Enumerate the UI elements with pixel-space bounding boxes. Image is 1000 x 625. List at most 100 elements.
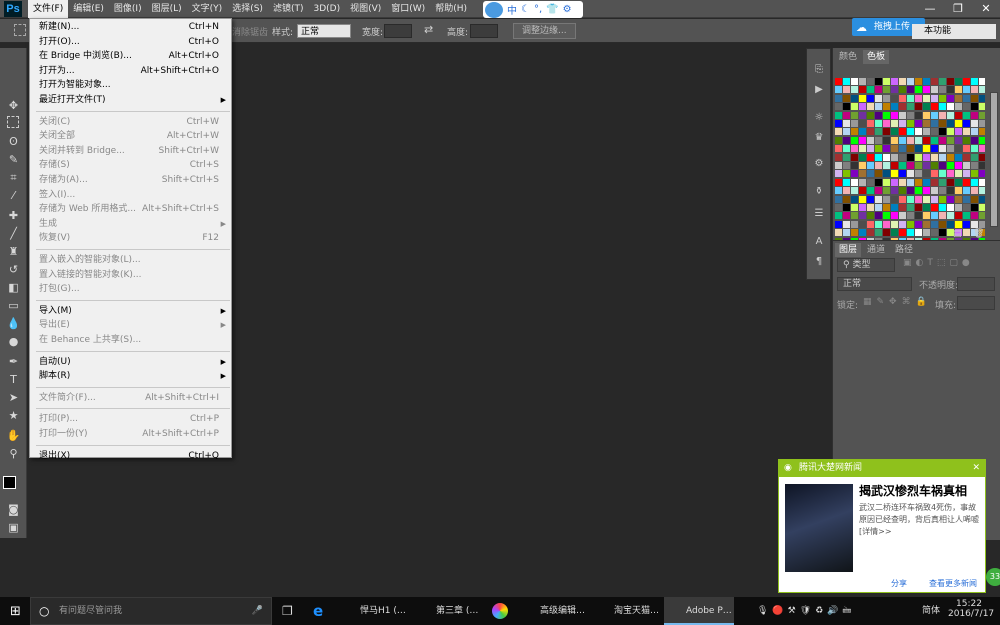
swatch[interactable] [859,220,866,228]
swatch[interactable] [907,170,914,178]
eraser-tool-icon[interactable]: ◧ [4,280,23,296]
quick-mask-icon[interactable]: ◙ [4,502,23,518]
swatch[interactable] [971,220,978,228]
swatch[interactable] [979,187,985,195]
swatch[interactable] [843,128,850,136]
file-menu-item[interactable]: 最近打开文件(T) ▶ [30,93,231,107]
swatch[interactable] [931,162,938,169]
swatch[interactable] [939,187,946,195]
swatch[interactable] [859,78,866,85]
swatch[interactable] [931,212,938,220]
swatch[interactable] [979,111,985,119]
swatch[interactable] [963,220,970,228]
restore-button[interactable]: ❐ [944,0,972,18]
swatch[interactable] [851,145,858,153]
swatch[interactable] [899,195,906,203]
swatch[interactable] [947,111,954,119]
swatch[interactable] [843,120,850,127]
swatch[interactable] [915,178,922,186]
swatch[interactable] [979,153,985,161]
swatch[interactable] [971,162,978,169]
swatch[interactable] [867,145,874,153]
swatch[interactable] [939,220,946,228]
path-select-icon[interactable]: ➤ [4,390,23,406]
swatch[interactable] [859,229,866,237]
swatch[interactable] [883,145,890,153]
swatch[interactable] [923,78,930,85]
swatch[interactable] [947,187,954,195]
taskbar-app-photoshop[interactable]: Adobe P… [664,597,734,625]
character-panel-icon[interactable]: A [812,235,826,249]
swatch[interactable] [851,94,858,102]
swatch[interactable] [931,170,938,178]
foreground-color[interactable] [3,476,16,489]
swatch[interactable] [939,145,946,153]
file-menu-item[interactable]: 打开(O)... Ctrl+O [30,35,231,49]
swatch[interactable] [867,195,874,203]
swatch[interactable] [979,145,985,153]
swatch[interactable] [875,128,882,136]
swatch[interactable] [851,162,858,169]
file-menu-item[interactable]: 打开为... Alt+Shift+Ctrl+O [30,64,231,78]
swatch[interactable] [851,103,858,111]
swatch[interactable] [875,187,882,195]
fill-input[interactable] [957,296,995,310]
swatch[interactable] [859,212,866,220]
swatch[interactable] [979,162,985,169]
tab-layers[interactable]: 图层 [835,243,862,257]
swatch[interactable] [899,111,906,119]
gear-icon[interactable]: ⚙ [563,4,572,15]
swatch[interactable] [875,153,882,161]
swatch[interactable] [851,78,858,85]
swatch[interactable] [923,128,930,136]
swatch[interactable] [923,204,930,211]
swatch[interactable] [979,120,985,127]
swatch[interactable] [923,153,930,161]
swatch[interactable] [947,162,954,169]
swatch[interactable] [891,187,898,195]
swatch[interactable] [843,94,850,102]
swatch[interactable] [971,145,978,153]
swatch[interactable] [979,86,985,94]
swatch[interactable] [899,136,906,144]
swatch[interactable] [963,128,970,136]
swatch[interactable] [875,86,882,94]
swatch[interactable] [875,136,882,144]
swatch[interactable] [963,178,970,186]
swatch[interactable] [971,128,978,136]
swatch[interactable] [875,120,882,127]
swatch[interactable] [931,78,938,85]
lock-icons[interactable]: ▦✎✥⌘🔒 [863,297,932,307]
swatch[interactable] [963,78,970,85]
swatch[interactable] [835,195,842,203]
swatch[interactable] [979,220,985,228]
swatch[interactable] [963,145,970,153]
dodge-tool-icon[interactable]: ● [4,334,23,350]
swatch[interactable] [907,78,914,85]
swatch[interactable] [947,128,954,136]
swatch[interactable] [899,128,906,136]
swatch[interactable] [947,220,954,228]
swatch[interactable] [907,212,914,220]
swatch[interactable] [883,120,890,127]
windows-start-icon[interactable]: ⊞ [10,604,21,619]
share-link[interactable]: 分享 [891,578,907,589]
swatch[interactable] [859,195,866,203]
swatch[interactable] [867,162,874,169]
swatch[interactable] [851,120,858,127]
swatch[interactable] [851,178,858,186]
swatch[interactable] [891,162,898,169]
swatch[interactable] [835,78,842,85]
swatch[interactable] [875,212,882,220]
swatch[interactable] [931,86,938,94]
pen-tool-icon[interactable]: ✒ [4,354,23,370]
swatch[interactable] [923,212,930,220]
swatch[interactable] [891,212,898,220]
swatch[interactable] [883,86,890,94]
swatch[interactable] [931,136,938,144]
swatch[interactable] [979,78,985,85]
swatch[interactable] [907,195,914,203]
menu-1[interactable]: 编辑(E) [68,0,109,18]
swatch[interactable] [923,145,930,153]
swatch[interactable] [875,94,882,102]
